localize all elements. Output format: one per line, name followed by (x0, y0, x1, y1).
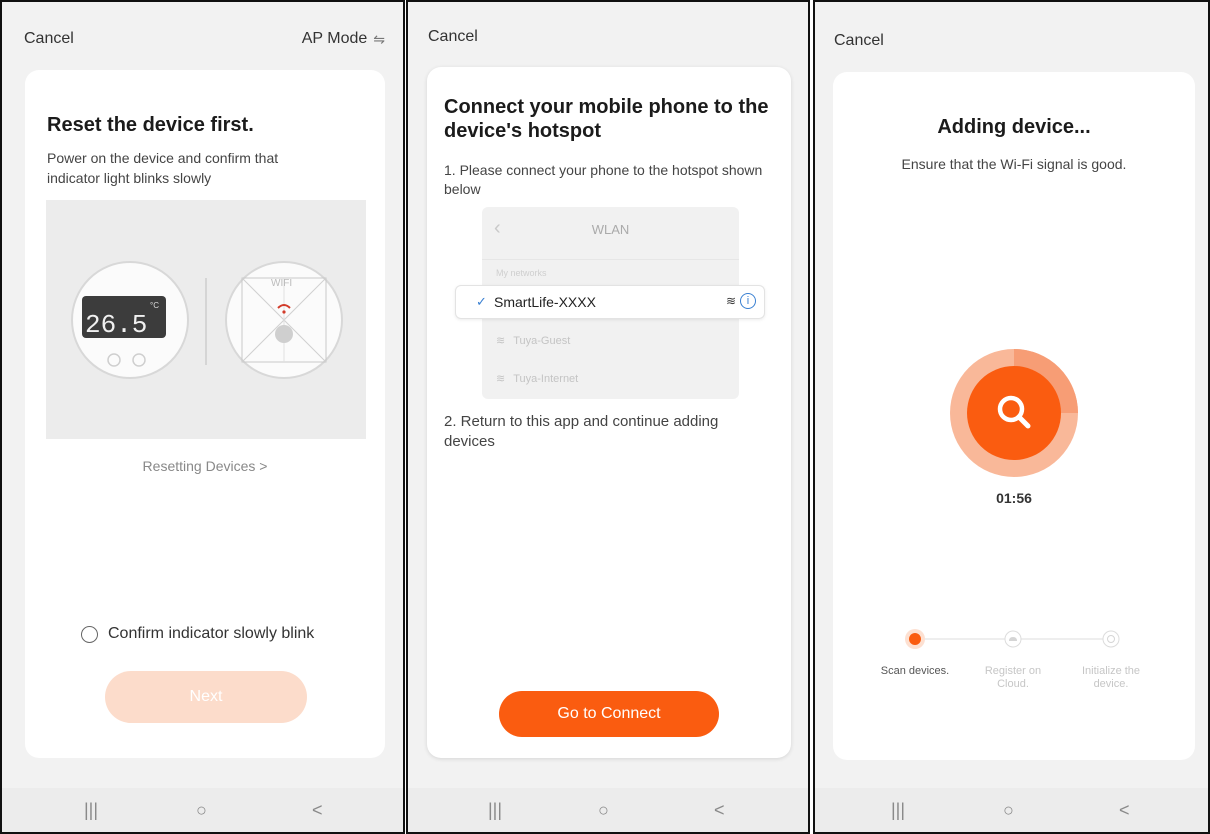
reset-card: Reset the device first. Power on the dev… (25, 70, 385, 758)
scan-progress-ring (950, 349, 1078, 477)
wifi-label: WIFI (271, 278, 292, 289)
page-title: Adding device... (937, 116, 1091, 138)
radio-icon (81, 625, 98, 643)
page-subtitle: Ensure that the Wi-Fi signal is good. (901, 156, 1127, 172)
page-title: Reset the device first. (47, 114, 254, 136)
back-button[interactable]: < (714, 800, 725, 821)
network-item: ≋ Tuya-Internet (496, 372, 579, 386)
ap-mode-label: AP Mode (301, 30, 368, 47)
page-title: Connect your mobile phone to the device'… (444, 96, 769, 142)
step-initialize-label: Initialize the device. (1081, 665, 1141, 690)
recents-button[interactable]: ||| (891, 800, 905, 821)
home-button[interactable]: ○ (598, 800, 609, 821)
recents-button[interactable]: ||| (488, 800, 502, 821)
panel-adding-device: Cancel Adding device... Ensure that the … (815, 0, 1210, 834)
countdown-timer: 01:56 (996, 490, 1032, 506)
checkmark-icon: ✓ (476, 294, 487, 309)
android-nav-bar: ||| ○ < (408, 788, 808, 834)
ap-mode-toggle[interactable]: AP Mode ⇋ (302, 30, 385, 48)
back-button[interactable]: < (1119, 800, 1130, 821)
wifi-icon: ≋ (496, 373, 506, 385)
reset-illustration: 26.5 °C WIFI (46, 200, 366, 439)
go-to-connect-button[interactable]: Go to Connect (499, 691, 719, 737)
wifi-icon: ≋ (725, 294, 736, 308)
cancel-button[interactable]: Cancel (24, 30, 74, 48)
page-description: Power on the device and confirm that ind… (47, 150, 279, 186)
wlan-title: WLAN (591, 222, 630, 237)
panel-reset-device: Cancel AP Mode ⇋ Reset the device first.… (0, 0, 403, 834)
display-reading: 26.5 (85, 310, 147, 340)
device-illustration: 26.5 °C WIFI (71, 261, 343, 379)
progress-steps (905, 629, 1120, 649)
wifi-icon: ≋ (496, 335, 506, 347)
selected-network-name: SmartLife-XXXX (494, 294, 596, 310)
confirm-indicator-checkbox[interactable]: Confirm indicator slowly blink (81, 625, 314, 643)
selected-network-row[interactable]: ✓ SmartLife-XXXX ≋ i (455, 285, 765, 319)
swap-arrows-icon: ⇋ (373, 30, 385, 47)
top-bar: Cancel (815, 26, 1210, 56)
top-bar: Cancel (408, 26, 808, 56)
back-button[interactable]: < (312, 800, 323, 821)
step-1-text: 1. Please connect your phone to the hots… (444, 162, 763, 197)
step-2-text: 2. Return to this app and continue addin… (444, 413, 719, 450)
my-networks-label: My networks (496, 268, 547, 278)
recents-button[interactable]: ||| (84, 800, 98, 821)
info-icon[interactable]: i (740, 293, 756, 309)
adding-card: Adding device... Ensure that the Wi-Fi s… (833, 72, 1195, 760)
cancel-button[interactable]: Cancel (834, 32, 884, 50)
panel-connect-hotspot: Cancel Connect your mobile phone to the … (408, 0, 808, 834)
network-item: ≋ Tuya-Guest (496, 334, 571, 348)
top-bar: Cancel AP Mode ⇋ (0, 26, 403, 56)
android-nav-bar: ||| ○ < (815, 788, 1210, 834)
step-register-label: Register on Cloud. (984, 665, 1042, 690)
connect-card: Connect your mobile phone to the device'… (427, 67, 791, 758)
step-scan-label: Scan devices. (880, 665, 950, 677)
home-button[interactable]: ○ (1003, 800, 1014, 821)
resetting-devices-link[interactable]: Resetting Devices > (25, 458, 385, 474)
home-button[interactable]: ○ (196, 800, 207, 821)
confirm-label: Confirm indicator slowly blink (108, 625, 315, 642)
initialize-icon (1102, 630, 1120, 648)
cancel-button[interactable]: Cancel (428, 28, 478, 46)
android-nav-bar: ||| ○ < (0, 788, 403, 834)
display-unit: °C (150, 301, 159, 310)
next-button[interactable]: Next (105, 671, 307, 723)
